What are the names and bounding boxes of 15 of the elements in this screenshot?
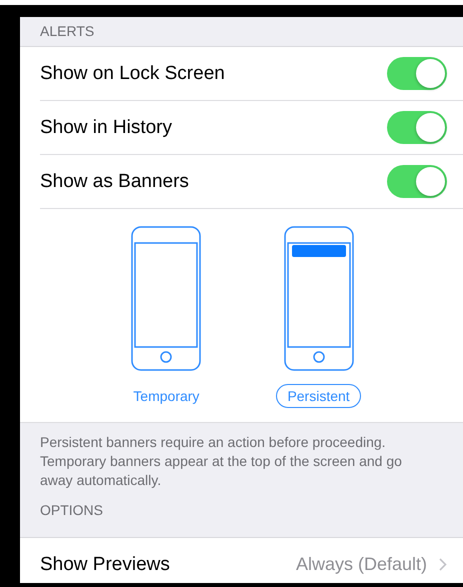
setting-label: Show as Banners bbox=[40, 170, 189, 192]
section-header: OPTIONS bbox=[39, 501, 104, 520]
chevron-icon bbox=[439, 558, 447, 571]
settings-row[interactable]: Show Previews Always (Default) bbox=[20, 538, 463, 583]
phone-icon[interactable] bbox=[284, 226, 354, 371]
toggle-switch[interactable] bbox=[387, 57, 447, 90]
setting-label: Show in History bbox=[40, 116, 172, 138]
footer-note: Persistent banners require an action before proceeding. Temporary banners appear at the top of the screen and go away automatically. bbox=[39, 433, 403, 490]
banner-style-option[interactable]: Temporary bbox=[122, 384, 210, 408]
toggle-switch[interactable] bbox=[387, 111, 447, 144]
section-header: ALERTS bbox=[39, 22, 96, 41]
toggle-switch[interactable] bbox=[387, 165, 447, 198]
setting-label: Show on Lock Screen bbox=[40, 62, 225, 84]
phone-icon[interactable] bbox=[131, 226, 202, 371]
banner-style-option[interactable]: Persistent bbox=[276, 384, 361, 408]
